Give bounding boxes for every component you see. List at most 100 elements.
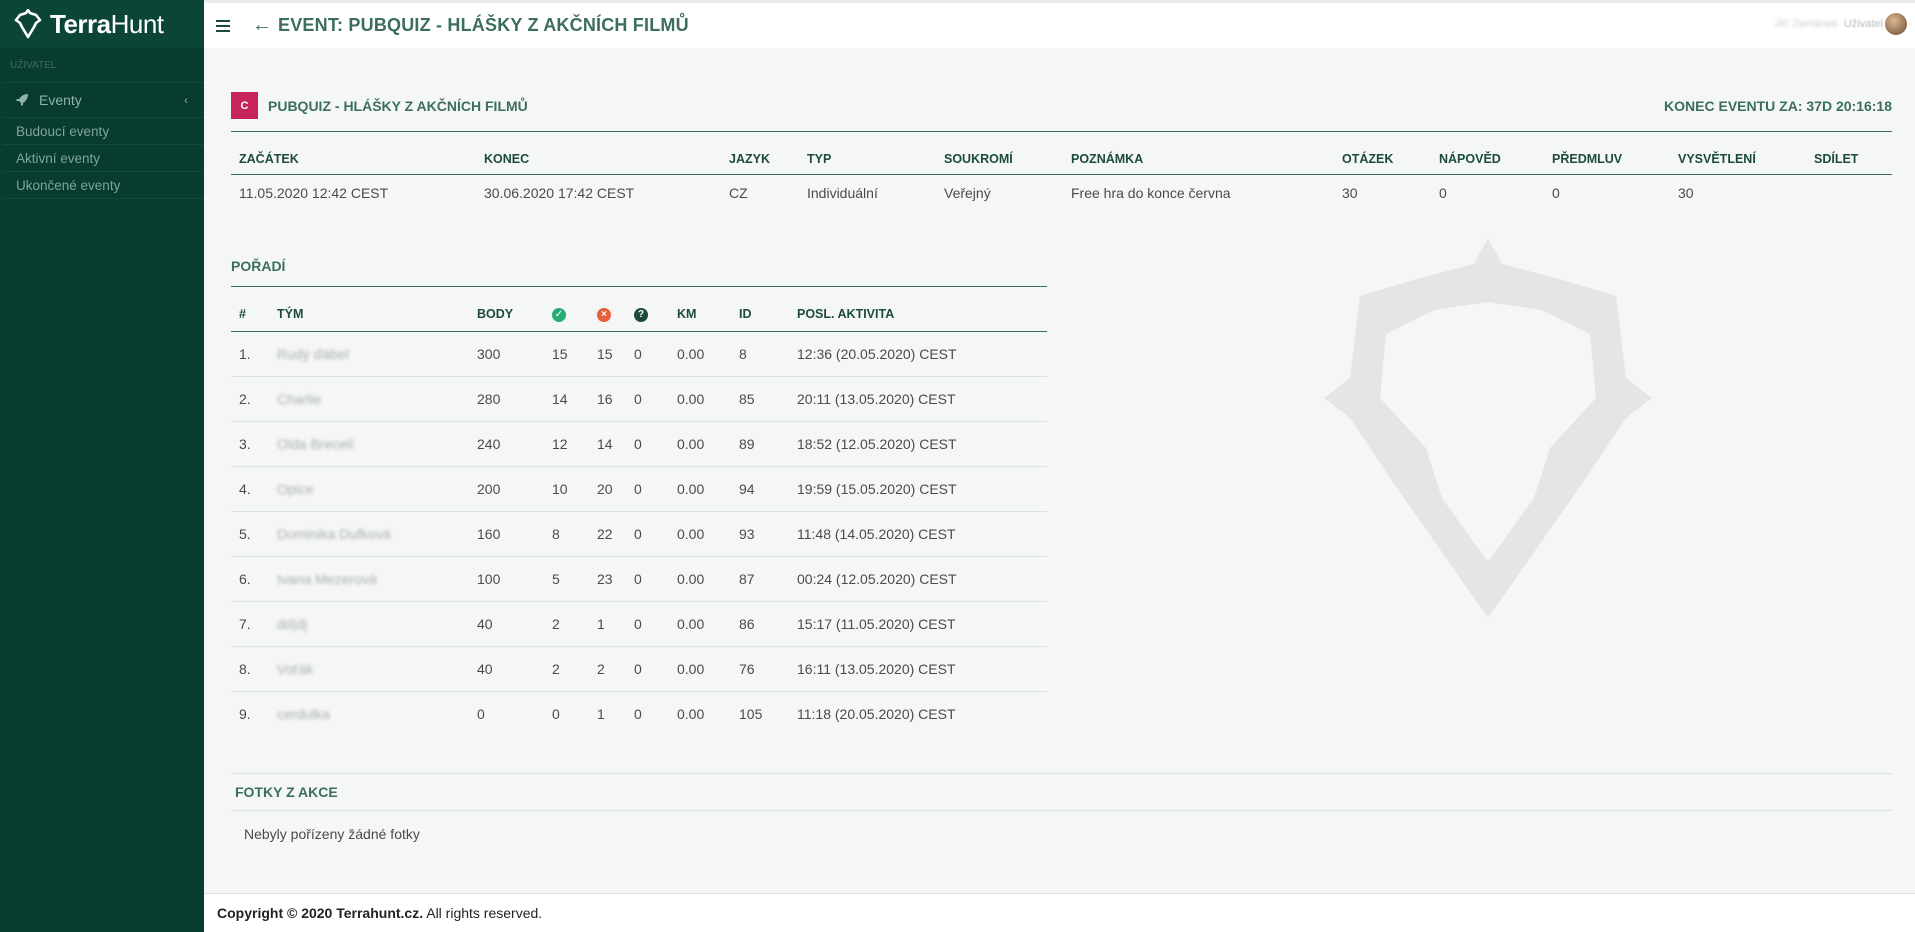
column-header-share: SDÍLET — [1806, 144, 1892, 175]
column-header-km: KM — [669, 298, 731, 332]
sidebar-item-future-events[interactable]: Budoucí eventy — [3, 118, 204, 145]
wrong-count: 16 — [589, 376, 626, 422]
user-menu[interactable]: Jiří Zemánek Uživatel — [1774, 13, 1907, 35]
event-note: Free hra do konce června — [1071, 185, 1231, 202]
table-row: 9. cerdulka 0 0 1 0 0.00 105 11:18 (20.0… — [231, 691, 1047, 736]
wrong-count: 23 — [589, 556, 626, 602]
km: 0.00 — [669, 646, 731, 692]
sidebar-menu: Eventy ‹ Budoucí eventy Aktivní eventy U… — [3, 82, 204, 199]
column-header-note: POZNÁMKA — [1063, 144, 1334, 175]
km: 0.00 — [669, 601, 731, 647]
sidebar-item-active-events[interactable]: Aktivní eventy — [3, 145, 204, 172]
column-header-privacy: SOUKROMÍ — [936, 144, 1063, 175]
table-row: 2. Charlie 280 14 16 0 0.00 85 20:11 (13… — [231, 376, 1047, 422]
table-row: 3. Olda Brecelí 240 12 14 0 0.00 89 18:5… — [231, 421, 1047, 467]
column-header-team: TÝM — [269, 298, 469, 332]
hints-count: 0 — [626, 466, 669, 512]
event-info-row: 11.05.2020 12:42 CEST 30.06.2020 17:42 C… — [231, 174, 1892, 212]
column-header-rank: # — [231, 298, 269, 332]
event-type: Individuální — [807, 185, 878, 202]
back-arrow-icon[interactable]: ← — [252, 14, 272, 37]
rank: 6. — [231, 556, 269, 602]
column-header-last-activity: POSL. AKTIVITA — [789, 298, 1047, 332]
brand-name: TerraHunt — [50, 8, 164, 39]
team-name: dd|dj — [269, 601, 469, 647]
photos-section-header: FOTKY Z AKCE — [231, 773, 1892, 811]
team-id: 86 — [731, 601, 789, 647]
correct-count: 0 — [552, 705, 560, 722]
sidebar-item-eventy[interactable]: Eventy ‹ — [3, 82, 204, 118]
user-name: Jiří Zemánek — [1774, 18, 1838, 30]
column-header-type: TYP — [799, 144, 936, 175]
event-info-header-row: ZAČÁTEK KONEC JAZYK TYP SOUKROMÍ POZNÁMK… — [231, 144, 1892, 175]
wrong-count: 22 — [589, 511, 626, 557]
column-header-intros: PŘEDMLUV — [1544, 144, 1670, 175]
event-intros: 0 — [1552, 185, 1560, 202]
ranking-table: # TÝM BODY ✓ × ? KM ID POSL. AKTIVITA 1.… — [231, 298, 1047, 736]
correct-count: 14 — [544, 376, 589, 422]
column-header-start: ZAČÁTEK — [231, 144, 476, 175]
column-header-hints: ? — [626, 298, 669, 332]
km: 0.00 — [669, 466, 731, 512]
correct-count: 2 — [544, 601, 589, 647]
event-hints: 0 — [1439, 185, 1447, 202]
table-row: 1. Rudý ďábel 300 15 15 0 0.00 8 12:36 (… — [231, 331, 1047, 377]
rank: 4. — [231, 466, 269, 512]
event-share[interactable] — [1806, 174, 1892, 212]
hamburger-menu-icon[interactable] — [216, 19, 230, 32]
last-activity: 20:11 (13.05.2020) CEST — [789, 376, 1047, 422]
copyright: Copyright © 2020 Terrahunt.cz. — [217, 905, 424, 921]
km: 0.00 — [669, 421, 731, 467]
wrong-count: 15 — [589, 331, 626, 377]
sidebar: TerraHunt UŽIVATEL Eventy ‹ Budoucí even… — [0, 0, 204, 932]
rank: 8. — [231, 646, 269, 692]
table-row: 6. Ivana Mezerová 100 5 23 0 0.00 87 00:… — [231, 556, 1047, 602]
sidebar-item-label: Eventy — [39, 92, 82, 108]
event-info-table: ZAČÁTEK KONEC JAZYK TYP SOUKROMÍ POZNÁMK… — [231, 144, 1892, 212]
points: 0 — [477, 705, 485, 722]
team-name: Olda Brecelí — [269, 421, 469, 467]
points: 160 — [469, 511, 544, 557]
top-bar: ← EVENT: PUBQUIZ - HLÁŠKY Z AKČNÍCH FILM… — [204, 0, 1915, 48]
last-activity: 18:52 (12.05.2020) CEST — [789, 421, 1047, 467]
column-header-questions: OTÁZEK — [1334, 144, 1431, 175]
ranking-header-row: # TÝM BODY ✓ × ? KM ID POSL. AKTIVITA — [231, 298, 1047, 332]
team-name: cerdulka — [277, 705, 330, 722]
x-circle-icon: × — [597, 307, 611, 322]
column-header-explanations: VYSVĚTLENÍ — [1670, 144, 1806, 175]
footer: Copyright © 2020 Terrahunt.cz. All right… — [204, 893, 1915, 932]
points: 200 — [469, 466, 544, 512]
ranking-title: POŘADÍ — [231, 258, 1047, 287]
hints-count: 0 — [626, 421, 669, 467]
points: 40 — [469, 601, 544, 647]
event-questions: 30 — [1342, 185, 1358, 202]
team-id: 87 — [731, 556, 789, 602]
km: 0.00 — [669, 556, 731, 602]
sidebar-item-finished-events[interactable]: Ukončené eventy — [3, 172, 204, 199]
wrong-count: 1 — [589, 601, 626, 647]
rank: 1. — [231, 331, 269, 377]
event-type-badge: C — [231, 92, 258, 119]
team-name: Voťák — [269, 646, 469, 692]
event-privacy: Veřejný — [944, 185, 991, 202]
hints-count: 0 — [626, 556, 669, 602]
event-name: PUBQUIZ - HLÁŠKY Z AKČNÍCH FILMŮ — [268, 98, 528, 114]
page-title: EVENT: PUBQUIZ - HLÁŠKY Z AKČNÍCH FILMŮ — [278, 15, 689, 35]
check-circle-icon: ✓ — [552, 307, 566, 322]
last-activity: 00:24 (12.05.2020) CEST — [789, 556, 1047, 602]
points: 40 — [469, 646, 544, 692]
last-activity: 11:18 (20.05.2020) CEST — [797, 705, 956, 722]
points: 280 — [469, 376, 544, 422]
event-start: 11.05.2020 12:42 CEST — [239, 185, 389, 202]
last-activity: 16:11 (13.05.2020) CEST — [789, 646, 1047, 692]
correct-count: 8 — [544, 511, 589, 557]
team-id: 85 — [731, 376, 789, 422]
avatar[interactable] — [1885, 13, 1907, 35]
column-header-end: KONEC — [476, 144, 721, 175]
last-activity: 19:59 (15.05.2020) CEST — [789, 466, 1047, 512]
correct-count: 5 — [544, 556, 589, 602]
logo[interactable]: TerraHunt — [0, 0, 204, 48]
rocket-icon — [16, 94, 28, 106]
wrong-count: 20 — [589, 466, 626, 512]
column-header-hints: NÁPOVĚD — [1431, 144, 1544, 175]
